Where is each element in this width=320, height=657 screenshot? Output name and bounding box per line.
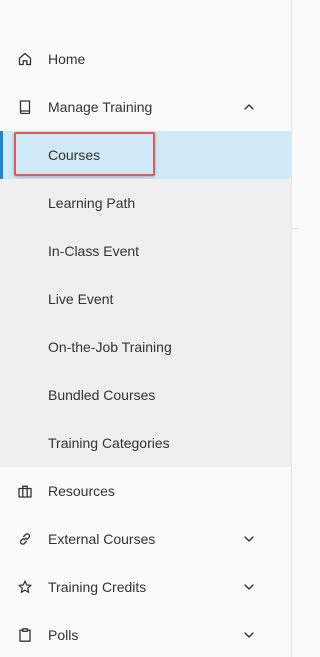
chevron-up-icon[interactable] <box>242 100 256 114</box>
panel-divider-tick <box>292 228 299 229</box>
sidebar-item-resources[interactable]: Resources <box>0 467 291 515</box>
star-icon <box>17 579 33 595</box>
sidebar-subitem-on-the-job-training[interactable]: On-the-Job Training <box>0 323 291 371</box>
sidebar-subitem-courses[interactable]: Courses <box>0 131 291 179</box>
panel-divider <box>291 0 292 657</box>
sidebar-item-label: Manage Training <box>48 99 153 115</box>
active-indicator <box>0 131 3 179</box>
sidebar-item-training-credits[interactable]: Training Credits <box>0 563 291 611</box>
sidebar-item-label: External Courses <box>48 531 156 547</box>
chevron-down-icon[interactable] <box>242 580 256 594</box>
sidebar-subitem-label: Training Categories <box>48 435 170 451</box>
clipboard-icon <box>17 627 33 643</box>
chevron-down-icon[interactable] <box>242 628 256 642</box>
sidebar-subitem-label: Courses <box>48 147 101 163</box>
sidebar-subitem-bundled-courses[interactable]: Bundled Courses <box>0 371 291 419</box>
sidebar-subitem-label: On-the-Job Training <box>48 339 172 355</box>
sidebar-nav: Home Manage Training Courses Learning Pa… <box>0 35 291 657</box>
sidebar-item-home[interactable]: Home <box>0 35 291 83</box>
book-icon <box>17 99 33 115</box>
sidebar-item-polls[interactable]: Polls <box>0 611 291 657</box>
home-icon <box>17 51 33 67</box>
sidebar-subitem-label: In-Class Event <box>48 243 140 259</box>
briefcase-icon <box>17 483 33 499</box>
sidebar-subitem-in-class-event[interactable]: In-Class Event <box>0 227 291 275</box>
sidebar-subitem-label: Bundled Courses <box>48 387 156 403</box>
sidebar-item-label: Training Credits <box>48 579 147 595</box>
sidebar-item-label: Polls <box>48 627 79 643</box>
sidebar-subitem-learning-path[interactable]: Learning Path <box>0 179 291 227</box>
sidebar-item-manage-training[interactable]: Manage Training <box>0 83 291 131</box>
sidebar-item-external-courses[interactable]: External Courses <box>0 515 291 563</box>
sidebar-item-label: Home <box>48 51 86 67</box>
chevron-down-icon[interactable] <box>242 532 256 546</box>
sidebar-item-label: Resources <box>48 483 115 499</box>
manage-training-submenu: Courses Learning Path In-Class Event Liv… <box>0 131 291 467</box>
sidebar-subitem-label: Live Event <box>48 291 114 307</box>
link-icon <box>17 531 33 547</box>
sidebar-subitem-training-categories[interactable]: Training Categories <box>0 419 291 467</box>
sidebar-subitem-label: Learning Path <box>48 195 136 211</box>
sidebar-subitem-live-event[interactable]: Live Event <box>0 275 291 323</box>
